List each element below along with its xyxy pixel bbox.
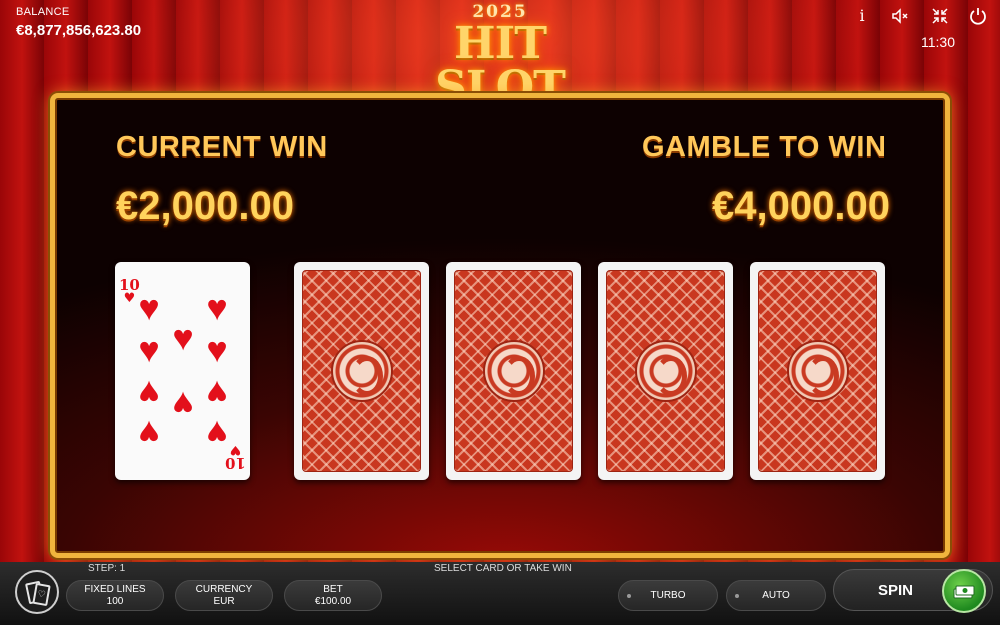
- status-message: SELECT CARD OR TAKE WIN: [434, 563, 572, 574]
- current-win-label: CURRENT WIN: [116, 131, 328, 163]
- currency-value: EUR: [213, 596, 235, 607]
- heart-icon: ♥: [172, 317, 194, 358]
- gamble-to-win-value: €4,000.00: [712, 184, 890, 228]
- info-icon[interactable]: i: [852, 6, 872, 26]
- turbo-indicator-icon: [627, 594, 631, 598]
- heart-icon: ♥: [206, 373, 228, 414]
- face-down-card-2[interactable]: [446, 262, 581, 480]
- currency-label: CURRENCY: [195, 584, 253, 595]
- current-win-value: €2,000.00: [116, 184, 294, 228]
- clock: 11:30: [921, 34, 955, 50]
- turbo-toggle[interactable]: TURBO: [618, 580, 718, 611]
- card-back-pattern: [454, 270, 573, 472]
- auto-indicator-icon: [735, 594, 739, 598]
- card-back-emblem-icon: [330, 340, 393, 402]
- face-down-card-4[interactable]: [750, 262, 885, 480]
- card-back-pattern: [302, 270, 421, 472]
- heart-icon: ♥: [138, 287, 160, 328]
- card-back-emblem-icon: [634, 340, 697, 402]
- dealer-card: 10 ♥ 10 ♥ ♥ ♥ ♥ ♥ ♥ ♥ ♥ ♥ ♥ ♥: [115, 262, 250, 480]
- card-heart-icon: ♡: [32, 582, 51, 607]
- card-back-pattern: [758, 270, 877, 472]
- spin-label: SPIN: [878, 582, 914, 599]
- heart-icon: ♥: [206, 413, 228, 454]
- spin-button[interactable]: SPIN: [833, 569, 993, 613]
- heart-icon: ♥: [138, 373, 160, 414]
- heart-icon: ♥: [172, 384, 194, 425]
- power-icon[interactable]: [968, 6, 988, 26]
- fixed-lines-display: FIXED LINES 100: [66, 580, 164, 611]
- bet-button[interactable]: BET €100.00: [284, 580, 382, 611]
- bet-value: €100.00: [314, 596, 352, 607]
- heart-icon: ♥: [138, 329, 160, 370]
- collect-money-icon[interactable]: [942, 569, 986, 613]
- sound-off-icon[interactable]: [890, 6, 910, 26]
- auto-toggle[interactable]: AUTO: [726, 580, 826, 611]
- currency-button[interactable]: CURRENCY EUR: [175, 580, 273, 611]
- balance-value: €8,877,856,623.80: [16, 22, 142, 39]
- face-down-card-1[interactable]: [294, 262, 429, 480]
- heart-icon: ♥: [206, 287, 228, 328]
- fullscreen-icon[interactable]: [930, 6, 950, 26]
- fixed-lines-label: FIXED LINES: [84, 584, 146, 595]
- face-down-card-3[interactable]: [598, 262, 733, 480]
- turbo-label: TURBO: [650, 590, 686, 601]
- heart-icon: ♥: [138, 413, 160, 454]
- bet-label: BET: [323, 584, 343, 595]
- fixed-lines-value: 100: [106, 596, 124, 607]
- card-back-pattern: [606, 270, 725, 472]
- gamble-cards-button[interactable]: ♡: [15, 570, 59, 614]
- step-indicator: STEP: 1: [88, 563, 126, 574]
- card-back-emblem-icon: [786, 340, 849, 402]
- game-logo: 2025 HIT SLOT: [390, 2, 610, 110]
- balance-label: BALANCE: [16, 6, 70, 18]
- card-back-emblem-icon: [482, 340, 545, 402]
- gamble-to-win-label: GAMBLE TO WIN: [642, 131, 887, 163]
- heart-icon: ♥: [206, 329, 228, 370]
- auto-label: AUTO: [762, 590, 790, 601]
